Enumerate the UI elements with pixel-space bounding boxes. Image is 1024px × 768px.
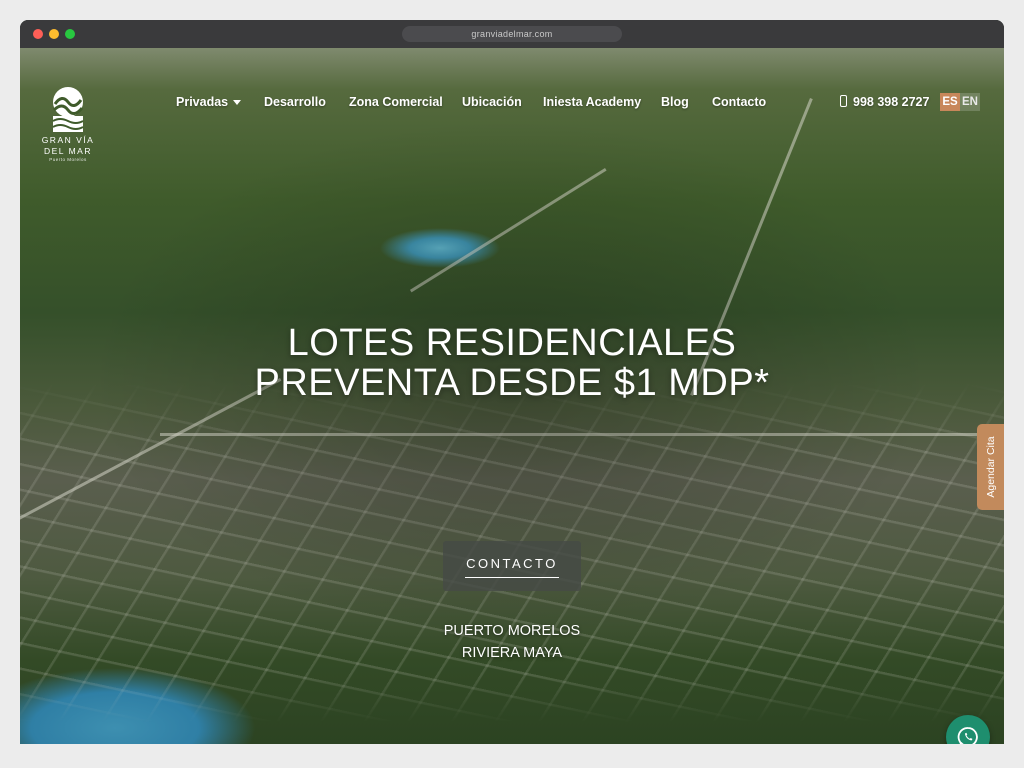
address-bar[interactable]: granviadelmar.com	[402, 26, 622, 42]
minimize-window-button[interactable]	[49, 29, 59, 39]
nav-item-blog[interactable]: Blog	[661, 94, 689, 110]
nav-item-zona-comercial[interactable]: Zona Comercial	[349, 94, 443, 110]
mobile-phone-icon	[840, 95, 847, 107]
hero-location: PUERTO MORELOS RIVIERA MAYA	[20, 620, 1004, 664]
phone-number: 998 398 2727	[853, 95, 930, 109]
browser-titlebar: granviadelmar.com	[20, 20, 1004, 48]
hero-headline: LOTES RESIDENCIALES PREVENTA DESDE $1 MD…	[20, 323, 1004, 403]
nav-item-iniesta-academy[interactable]: Iniesta Academy	[543, 94, 641, 110]
nav-item-privadas[interactable]: Privadas	[176, 94, 242, 110]
location-line1: PUERTO MORELOS	[443, 623, 581, 639]
logo-subtitle: Puerto Morelos	[49, 157, 87, 162]
agendar-cita-tab[interactable]: Agendar Cita	[977, 424, 1004, 510]
maximize-window-button[interactable]	[65, 29, 75, 39]
nav-item-label: Privadas	[176, 95, 229, 109]
browser-window: granviadelmar.com GRAN VÍA DEL MAR Puert…	[20, 20, 1004, 744]
aerial-road	[160, 433, 1000, 436]
language-en-button[interactable]: EN	[960, 93, 980, 111]
aerial-road	[409, 168, 607, 293]
logo-name-line1: GRAN VÍA	[41, 135, 95, 145]
location-line2: RIVIERA MAYA	[461, 645, 563, 661]
phone-link[interactable]: 998 398 2727	[840, 94, 929, 110]
hero-section: GRAN VÍA DEL MAR Puerto Morelos Privadas…	[20, 48, 1004, 744]
logo-name-line2: DEL MAR	[44, 146, 92, 156]
nav-item-desarrollo[interactable]: Desarrollo	[264, 94, 326, 110]
close-window-button[interactable]	[33, 29, 43, 39]
nav-item-contacto[interactable]: Contacto	[712, 94, 766, 110]
language-es-button[interactable]: ES	[940, 93, 960, 111]
agendar-cita-label: Agendar Cita	[984, 436, 997, 498]
whatsapp-icon	[957, 727, 978, 744]
contacto-cta-button[interactable]: CONTACTO	[443, 541, 581, 591]
nav-item-ubicacion[interactable]: Ubicación	[462, 94, 522, 110]
headline-line2: PREVENTA DESDE $1 MDP*	[254, 362, 770, 404]
caret-down-icon	[233, 100, 242, 106]
headline-line1: LOTES RESIDENCIALES	[287, 322, 737, 364]
whatsapp-button[interactable]	[946, 715, 990, 744]
